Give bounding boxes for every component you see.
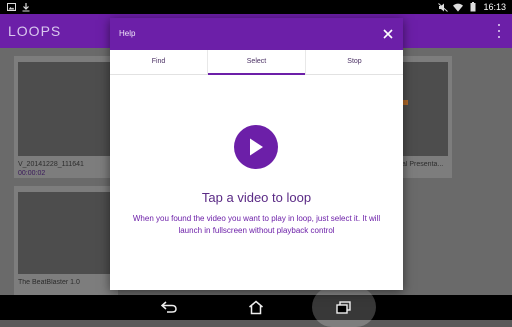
home-icon[interactable] (247, 299, 265, 315)
tab-label: Find (151, 58, 166, 65)
close-icon[interactable] (382, 27, 394, 39)
battery-icon (468, 2, 478, 12)
status-clock: 16:13 (483, 2, 506, 12)
more-vertical-icon[interactable] (496, 24, 502, 38)
tab-stop[interactable]: Stop (305, 50, 403, 74)
video-card[interactable]: V_20141228_111641 00:00:02 (14, 56, 118, 178)
download-icon (21, 2, 31, 12)
wifi-icon (453, 2, 464, 12)
mute-icon (438, 2, 449, 12)
tab-label: Stop (347, 58, 362, 65)
video-name: The BeatBlaster 1.0 (18, 279, 80, 286)
tab-select[interactable]: Select (207, 50, 305, 75)
help-tabs: Find Select Stop (110, 50, 403, 75)
status-bar: 16:13 (0, 0, 512, 14)
play-icon (234, 125, 278, 169)
video-name: al Presenta... (402, 161, 444, 168)
navigation-bar (0, 287, 512, 327)
help-heading: Tap a video to loop (201, 190, 312, 205)
video-thumbnail (400, 62, 448, 156)
back-icon[interactable] (160, 299, 178, 315)
tab-find[interactable]: Find (110, 50, 207, 74)
tab-label: Select (246, 58, 267, 65)
video-duration: 00:00:02 (18, 170, 46, 177)
recents-icon[interactable] (334, 299, 352, 315)
video-thumbnail (18, 192, 114, 274)
dialog-title: Help (119, 29, 136, 38)
video-thumbnail (18, 62, 114, 156)
dialog-header: Help (110, 18, 403, 50)
video-name: V_20141228_111641 (18, 161, 84, 168)
tab-active-indicator (208, 73, 305, 75)
video-card[interactable]: al Presenta... (400, 56, 452, 178)
help-dialog: Help Find Select Stop Tap a video to loo… (110, 18, 403, 290)
app-title: LOOPS (8, 23, 62, 39)
image-icon (6, 2, 16, 12)
video-card[interactable]: The BeatBlaster 1.0 (14, 186, 118, 296)
help-body: When you found the video you want to pla… (132, 214, 381, 235)
